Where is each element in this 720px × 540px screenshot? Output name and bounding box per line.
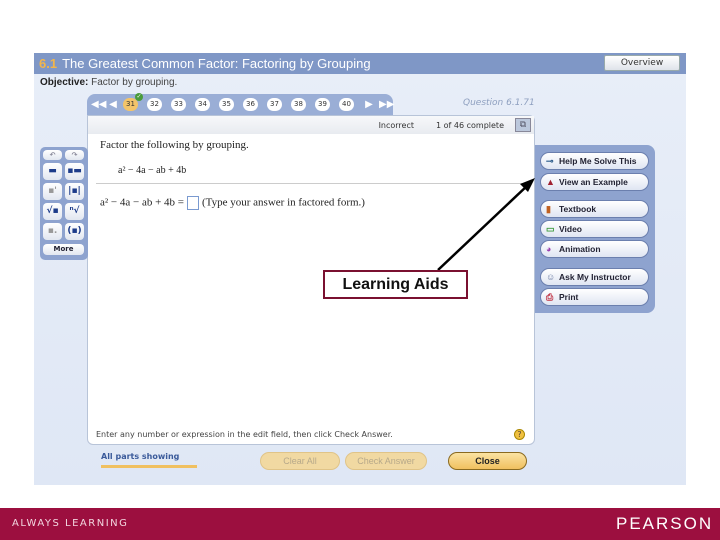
footer-tagline: ALWAYS LEARNING — [12, 518, 129, 529]
learning-aids-callout: Learning Aids — [323, 270, 468, 299]
arrow-line — [437, 184, 529, 271]
pearson-logo: PEARSON — [616, 514, 714, 533]
